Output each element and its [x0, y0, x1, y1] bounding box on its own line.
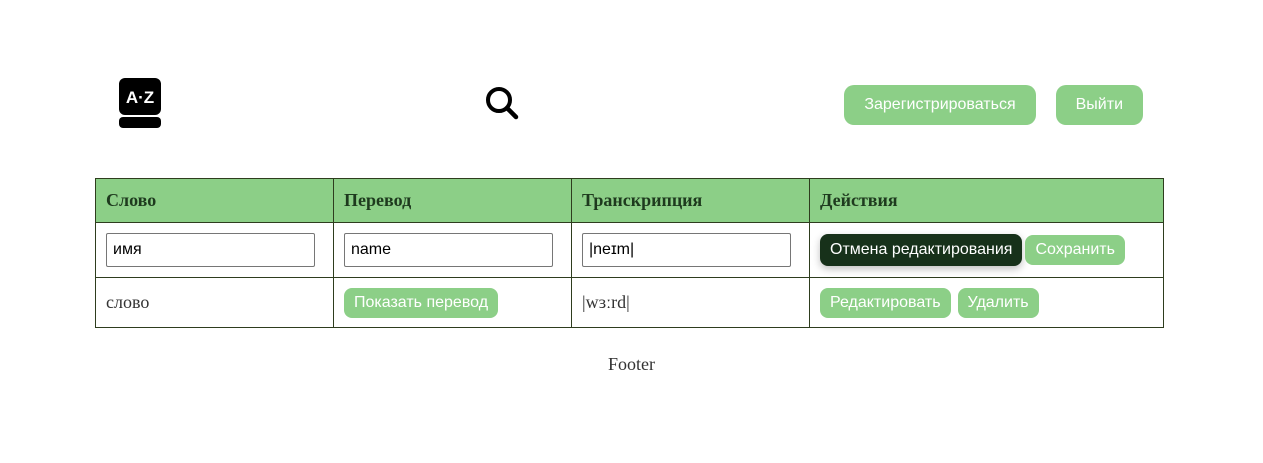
transcription-cell — [571, 222, 810, 278]
register-button[interactable]: Зарегистрироваться — [844, 85, 1036, 125]
dictionary-az-icon[interactable]: A·Z — [119, 78, 161, 128]
actions-cell: Отмена редактирования Сохранить — [809, 222, 1164, 278]
column-header-transcription: Транскрипция — [571, 178, 810, 223]
actions-cell: Редактировать Удалить — [809, 277, 1164, 328]
edit-button[interactable]: Редактировать — [820, 287, 951, 318]
site-header: A·Z Зарегистрироваться Выйти — [0, 0, 1263, 150]
logo-text: A·Z — [126, 88, 154, 107]
table-row-editing: Отмена редактированияСохранить — [95, 222, 1164, 278]
column-header-word: Слово — [95, 178, 334, 223]
translation-cell — [333, 222, 572, 278]
logout-button[interactable]: Выйти — [1055, 85, 1143, 125]
transcription-cell: |wɜːrd| — [571, 277, 810, 328]
column-header-translation: Перевод — [333, 178, 572, 223]
header-actions: Зарегистрироваться Выйти — [844, 85, 1143, 125]
translation-cell: Показать перевод — [333, 277, 572, 328]
words-table: Слово Перевод Транскрипция Действия Отме… — [95, 178, 1164, 328]
show-translation-button[interactable]: Показать перевод — [344, 287, 499, 318]
delete-button[interactable]: Удалить — [957, 287, 1039, 318]
word-cell — [95, 222, 334, 278]
word-cell: слово — [95, 277, 334, 328]
word-input[interactable] — [106, 233, 315, 267]
transcription-input[interactable] — [582, 233, 791, 267]
save-button[interactable]: Сохранить — [1025, 235, 1125, 265]
search-button[interactable] — [485, 86, 519, 120]
page-footer: Footer — [608, 354, 655, 374]
translation-input[interactable] — [344, 233, 553, 267]
table-row: слово Показать перевод |wɜːrd| Редактиро… — [95, 277, 1164, 328]
search-icon — [486, 87, 519, 120]
column-header-actions: Действия — [809, 178, 1164, 223]
table-header-row: Слово Перевод Транскрипция Действия — [95, 178, 1164, 223]
cancel-edit-button[interactable]: Отмена редактирования — [820, 234, 1023, 266]
